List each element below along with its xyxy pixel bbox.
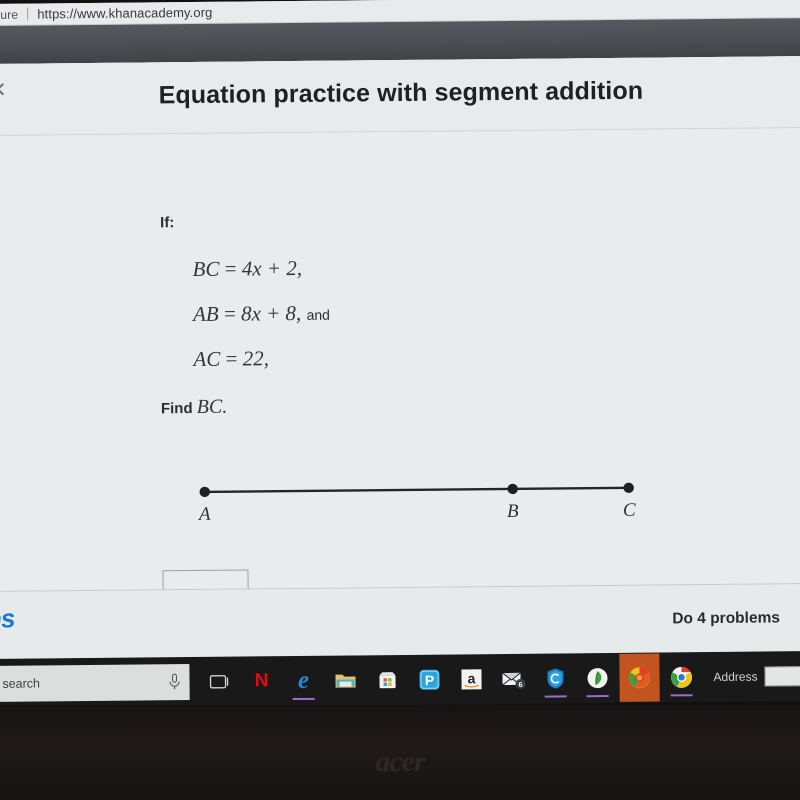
segment-diagram-svg [199, 482, 634, 498]
point-c-label: C [622, 499, 636, 521]
address-bar-url: https://www.khanacademy.org [37, 4, 213, 22]
equation-row: AB = 8x + 8, and [193, 301, 330, 327]
point-a-label: A [198, 503, 211, 525]
mail-icon[interactable]: 6 [493, 655, 533, 703]
equation-trailing-word: and [306, 306, 330, 323]
file-explorer-icon[interactable] [325, 656, 365, 704]
windows-taskbar: to search N e [0, 651, 800, 709]
netflix-icon[interactable]: N [241, 657, 281, 705]
task-view-icon[interactable] [199, 658, 239, 706]
segment-line [204, 486, 629, 494]
edge-icon[interactable]: e [283, 657, 323, 705]
equation-operator: = [224, 256, 237, 281]
edge-glyph: e [297, 666, 310, 695]
netflix-glyph: N [254, 670, 269, 692]
leaf-app-icon[interactable] [577, 654, 617, 702]
vpn-active-underline [544, 695, 567, 698]
screen-content: cure https://www.khanacademy.org ✕ Equat… [0, 0, 800, 709]
search-placeholder-label: to search [0, 676, 41, 691]
svg-text:P: P [425, 672, 434, 688]
laptop-bezel: acer [0, 705, 800, 800]
find-instruction: Find BC. [161, 396, 228, 420]
microsoft-store-icon[interactable] [367, 656, 407, 704]
taskbar-icon-list: N e P a 6 [199, 653, 701, 706]
equation-lhs: BC [192, 256, 220, 282]
address-bar-divider [27, 7, 29, 21]
laptop-screen-photo: cure https://www.khanacademy.org ✕ Equat… [0, 0, 800, 800]
vpn-shield-icon[interactable] [535, 654, 575, 702]
problem-progress-label: Do 4 problems [672, 609, 781, 628]
equation-row: BC = 4x + 2, [192, 256, 302, 282]
equation-rhs: 22, [242, 346, 269, 371]
exercise-modal: ✕ Equation practice with segment additio… [0, 56, 800, 659]
chrome-active-underline [670, 694, 693, 697]
edge-active-underline [292, 697, 315, 701]
equation-lhs: AC [193, 346, 221, 371]
security-indicator-label: cure [0, 7, 19, 22]
equation-operator: = [223, 301, 236, 326]
page-title: Equation practice with segment addition [158, 76, 644, 110]
taskbar-address-label: Address [713, 669, 758, 685]
taskbar-address-input[interactable] [764, 665, 800, 687]
photoshop-icon[interactable]: P [409, 656, 449, 704]
if-label: If: [160, 214, 175, 232]
amazon-icon[interactable]: a [451, 655, 491, 703]
leaf-active-underline [586, 695, 609, 698]
point-a-dot [199, 486, 210, 498]
find-target: BC. [196, 395, 228, 418]
taskbar-search-input[interactable]: to search [0, 664, 190, 703]
point-b-label: B [506, 500, 519, 522]
exercise-footer: ns Do 4 problems [0, 584, 800, 659]
svg-text:a: a [468, 670, 476, 686]
chrome-alt-icon[interactable] [619, 653, 660, 702]
brand-logo: acer [375, 745, 425, 778]
point-b-dot [507, 483, 518, 495]
taskbar-address-toolbar: Address [713, 665, 800, 687]
blue-text-fragment: ns [0, 603, 16, 635]
find-prefix: Find [160, 400, 193, 418]
chrome-icon[interactable] [661, 653, 701, 701]
segment-diagram: A B C [144, 459, 685, 544]
point-c-dot [623, 482, 634, 494]
microphone-icon[interactable] [167, 673, 181, 691]
equation-rhs: 4x + 2, [241, 255, 303, 281]
modal-header: ✕ Equation practice with segment additio… [0, 56, 800, 136]
exercise-body: If: BC = 4x + 2, AB = 8x + 8, and AC = 2… [0, 128, 800, 594]
equation-row: AC = 22, [193, 346, 269, 372]
equation-operator: = [225, 346, 238, 371]
equation-lhs: AB [192, 301, 219, 327]
mail-unread-badge: 6 [519, 682, 523, 689]
equation-rhs: 8x + 8, [240, 300, 302, 326]
